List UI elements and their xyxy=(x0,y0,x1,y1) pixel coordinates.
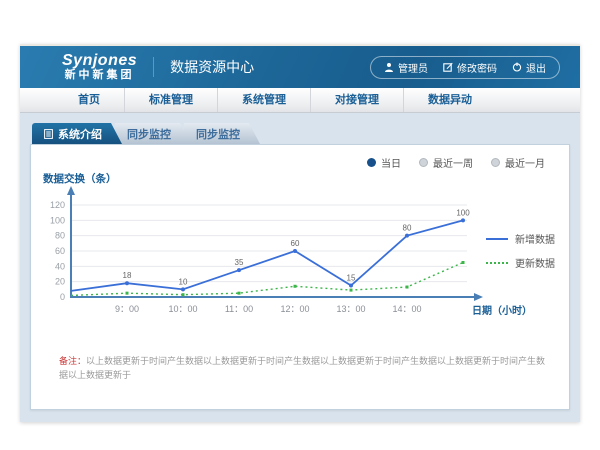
svg-text:20: 20 xyxy=(55,277,65,287)
radio-last-week-label: 最近一周 xyxy=(433,155,473,170)
tab-sync-monitor-1[interactable]: 同步监控 xyxy=(115,123,191,144)
svg-text:11：00: 11：00 xyxy=(225,304,253,314)
nav-item-system-mgmt[interactable]: 系统管理 xyxy=(218,88,311,112)
svg-text:40: 40 xyxy=(55,261,65,271)
footnote-text: 以上数据更新于时间产生数据以上数据更新于时间产生数据以上数据更新于时间产生数据以… xyxy=(59,356,545,380)
user-menu-admin[interactable]: 管理员 xyxy=(384,60,428,75)
page-background: Synjones 新中新集团 数据资源中心 管理员 修改密码 xyxy=(0,0,600,450)
tab-sync-monitor-1-label: 同步监控 xyxy=(127,126,171,142)
radio-last-month[interactable]: 最近一月 xyxy=(491,155,545,170)
tab-system-intro[interactable]: 系统介绍 xyxy=(32,123,122,144)
power-icon xyxy=(512,62,522,72)
svg-text:100: 100 xyxy=(50,215,65,225)
content-area: 系统介绍 同步监控 同步监控 当日 最近一周 xyxy=(20,113,580,422)
radio-today-label: 当日 xyxy=(381,155,401,170)
logo-text-cn: 新中新集团 xyxy=(65,70,135,82)
range-filter: 当日 最近一周 最近一月 xyxy=(367,155,545,170)
svg-text:12：00: 12：00 xyxy=(280,304,309,314)
user-menu-change-password[interactable]: 修改密码 xyxy=(443,60,497,75)
main-nav: 首页 标准管理 系统管理 对接管理 数据异动 xyxy=(20,88,580,113)
user-menu-logout[interactable]: 退出 xyxy=(512,60,546,75)
radio-selected-icon xyxy=(367,158,376,167)
legend-item-new-data: 新增数据 xyxy=(486,231,555,246)
svg-text:13：00: 13：00 xyxy=(336,304,365,314)
svg-text:120: 120 xyxy=(50,200,65,210)
svg-text:日期（小时）: 日期（小时） xyxy=(472,304,532,317)
radio-unselected-icon xyxy=(491,158,500,167)
svg-text:15: 15 xyxy=(347,274,356,283)
legend-line-solid-icon xyxy=(486,238,508,240)
legend-update-data-label: 更新数据 xyxy=(515,255,555,270)
tab-sync-monitor-2[interactable]: 同步监控 xyxy=(184,123,260,144)
svg-text:80: 80 xyxy=(403,224,412,233)
svg-text:60: 60 xyxy=(55,246,65,256)
legend-line-dotted-icon xyxy=(486,262,508,264)
logo: Synjones 新中新集团 xyxy=(62,53,137,81)
page-title: 数据资源中心 xyxy=(153,57,254,77)
svg-text:18: 18 xyxy=(123,271,132,280)
app-header: Synjones 新中新集团 数据资源中心 管理员 修改密码 xyxy=(20,46,580,88)
svg-text:80: 80 xyxy=(55,231,65,241)
tab-sync-monitor-2-label: 同步监控 xyxy=(196,126,240,142)
nav-item-home[interactable]: 首页 xyxy=(54,88,125,112)
tab-bar: 系统介绍 同步监控 同步监控 xyxy=(32,123,570,144)
footnote-prefix: 备注： xyxy=(59,356,86,366)
nav-item-standard-mgmt[interactable]: 标准管理 xyxy=(125,88,218,112)
nav-item-interface-mgmt[interactable]: 对接管理 xyxy=(311,88,404,112)
chart-legend: 新增数据 更新数据 xyxy=(486,231,555,279)
user-icon xyxy=(384,62,394,72)
svg-text:10：00: 10：00 xyxy=(168,304,197,314)
footnote: 备注：以上数据更新于时间产生数据以上数据更新于时间产生数据以上数据更新于时间产生… xyxy=(59,355,551,382)
tab-system-intro-label: 系统介绍 xyxy=(58,126,102,142)
user-menu-admin-label: 管理员 xyxy=(398,60,428,75)
radio-last-month-label: 最近一月 xyxy=(505,155,545,170)
chart-panel: 当日 最近一周 最近一月 数据交换（条） 0204060801001209：00… xyxy=(30,144,570,410)
svg-text:60: 60 xyxy=(291,239,300,248)
user-menu-change-password-label: 修改密码 xyxy=(457,60,497,75)
user-menu: 管理员 修改密码 退出 xyxy=(370,56,560,79)
radio-last-week[interactable]: 最近一周 xyxy=(419,155,473,170)
user-menu-logout-label: 退出 xyxy=(526,60,546,75)
legend-item-update-data: 更新数据 xyxy=(486,255,555,270)
app-window: Synjones 新中新集团 数据资源中心 管理员 修改密码 xyxy=(20,44,580,422)
radio-unselected-icon xyxy=(419,158,428,167)
svg-text:14：00: 14：00 xyxy=(392,304,421,314)
document-icon xyxy=(44,129,53,139)
svg-text:10: 10 xyxy=(179,277,188,286)
radio-today[interactable]: 当日 xyxy=(367,155,401,170)
legend-new-data-label: 新增数据 xyxy=(515,231,555,246)
svg-text:35: 35 xyxy=(235,258,244,267)
logo-text-en: Synjones xyxy=(62,53,137,70)
svg-text:9：00: 9：00 xyxy=(115,304,139,314)
edit-icon xyxy=(443,62,453,72)
nav-item-data-change[interactable]: 数据异动 xyxy=(404,88,496,112)
svg-text:100: 100 xyxy=(456,208,470,217)
svg-text:0: 0 xyxy=(60,292,65,302)
